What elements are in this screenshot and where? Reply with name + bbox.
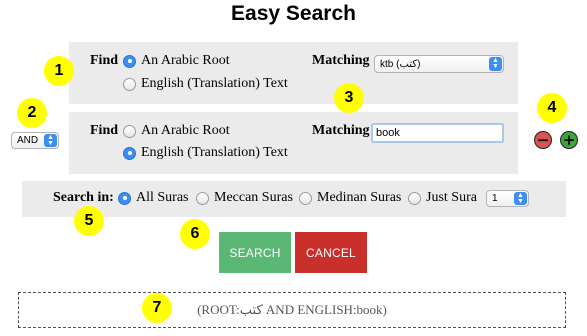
select-value: AND [17, 135, 39, 146]
find-label-2: Find [90, 123, 119, 138]
radio-english-2[interactable]: English (Translation) Text [123, 145, 288, 161]
radio-english-1[interactable]: English (Translation) Text [123, 76, 288, 92]
scope-all-suras[interactable]: All Suras [118, 190, 189, 206]
plus-icon[interactable]: + [560, 131, 578, 149]
radio-indicator[interactable] [408, 191, 421, 205]
radio-root-2[interactable]: An Arabic Root [123, 123, 230, 139]
option-label: Meccan Suras [214, 190, 293, 205]
select-value: 1 [492, 193, 498, 204]
page-title: Easy Search [231, 2, 356, 25]
select-arrows-icon: ▲ ▼ [489, 57, 502, 71]
minus-icon[interactable]: − [534, 131, 552, 149]
matching-label-2: Matching [312, 123, 370, 138]
cancel-button[interactable]: CANCEL [295, 232, 367, 273]
radio-indicator[interactable] [123, 54, 136, 68]
option-label: Medinan Suras [317, 190, 402, 205]
select-arrows-icon: ▲ ▼ [44, 134, 57, 147]
option-label: All Suras [136, 190, 189, 205]
scope-medinan-suras[interactable]: Medinan Suras [299, 190, 401, 206]
search-row-2 [69, 112, 518, 174]
radio-indicator[interactable] [123, 77, 136, 91]
sura-select[interactable]: 1 ▲ ▼ [486, 190, 529, 207]
matching-select-1[interactable]: ktb (كتب) ▲ ▼ [374, 55, 504, 73]
radio-indicator[interactable] [123, 124, 136, 138]
option-label: English (Translation) Text [141, 145, 288, 160]
matching-input-2[interactable]: book [371, 123, 504, 143]
matching-label-1: Matching [312, 53, 370, 68]
option-label: An Arabic Root [141, 53, 230, 68]
option-label: English (Translation) Text [141, 76, 288, 91]
annotation-badge-6: 6 [180, 219, 210, 249]
operator-select[interactable]: AND ▲ ▼ [11, 132, 59, 149]
radio-indicator[interactable] [123, 146, 136, 160]
select-value: ktb (كتب) [380, 58, 421, 70]
option-label: An Arabic Root [141, 123, 230, 138]
annotation-badge-3: 3 [334, 83, 364, 113]
annotation-badge-5: 5 [74, 206, 104, 236]
annotation-badge-4: 4 [537, 93, 567, 123]
search-row-1 [69, 42, 518, 104]
radio-root-1[interactable]: An Arabic Root [123, 53, 230, 69]
radio-indicator[interactable] [118, 191, 131, 205]
radio-indicator[interactable] [196, 191, 209, 205]
annotation-badge-2: 2 [17, 98, 47, 128]
annotation-badge-7: 7 [142, 293, 172, 323]
search-button[interactable]: SEARCH [219, 232, 291, 273]
search-in-label: Search in: [53, 190, 114, 205]
annotation-badge-1: 1 [44, 56, 74, 86]
query-preview: (ROOT:كتب AND ENGLISH:book) [18, 292, 566, 328]
radio-indicator[interactable] [299, 191, 312, 205]
select-arrows-icon: ▲ ▼ [514, 192, 527, 205]
scope-just-sura[interactable]: Just Sura [408, 190, 477, 206]
scope-meccan-suras[interactable]: Meccan Suras [196, 190, 293, 206]
query-text: (ROOT:كتب AND ENGLISH:book) [197, 302, 387, 317]
find-label-1: Find [90, 53, 119, 68]
option-label: Just Sura [426, 190, 477, 205]
